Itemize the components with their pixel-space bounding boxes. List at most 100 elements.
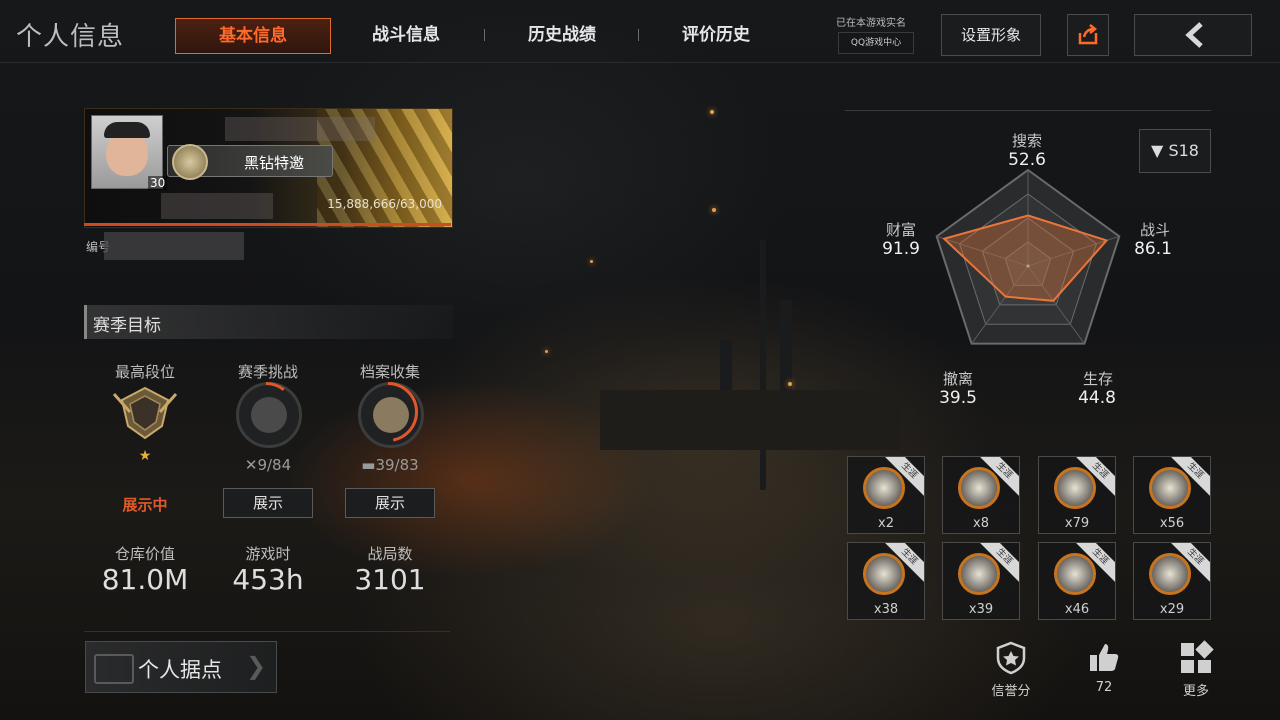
career-badge[interactable]: 生涯 x38 xyxy=(847,542,925,620)
rank-emblem-icon xyxy=(172,144,208,180)
divider xyxy=(845,110,1211,111)
top-bar: 个人信息 基本信息 战斗信息 历史战绩 评价历史 已在本游戏实名 QQ游戏中心 … xyxy=(0,0,1280,63)
archive-icon xyxy=(373,397,409,433)
ability-radar-chart xyxy=(935,168,1121,345)
season-selector-value: S18 xyxy=(1168,141,1199,160)
stat-value-matches: 3101 xyxy=(354,563,426,596)
caret-down-icon: ▼ xyxy=(1151,141,1164,160)
goal-label-highest-rank: 最高段位 xyxy=(114,363,175,381)
avatar[interactable]: 30 xyxy=(91,115,168,190)
archive-collection-count: ▬39/83 xyxy=(361,456,419,474)
teapot-badge-icon xyxy=(863,553,905,595)
season-challenge-count: ✕9/84 xyxy=(244,456,292,474)
player-level: 30 xyxy=(148,176,168,190)
share-icon xyxy=(1078,24,1098,45)
tab-battle-info[interactable]: 战斗信息 xyxy=(346,18,466,52)
show-archive-button[interactable]: 展示 xyxy=(345,488,435,518)
badge-count: x46 xyxy=(1064,602,1090,617)
hidden-nickname xyxy=(225,117,375,141)
career-badge[interactable]: 生涯 x56 xyxy=(1133,456,1211,534)
lamp-badge-icon xyxy=(1149,553,1191,595)
statue-badge-icon xyxy=(1149,467,1191,509)
tab-review-history[interactable]: 评价历史 xyxy=(656,18,776,52)
badge-count: x29 xyxy=(1159,602,1185,617)
tab-divider xyxy=(484,29,485,41)
tab-history-record[interactable]: 历史战绩 xyxy=(502,18,622,52)
profile-card[interactable]: 30 黑钻特邀 15,888,666/63,000 xyxy=(84,108,453,228)
vase-badge-icon xyxy=(958,553,1000,595)
radar-value-combat: 86.1 xyxy=(1134,239,1172,259)
thumbs-up-icon xyxy=(1090,644,1119,671)
base-icon xyxy=(94,654,134,684)
likes-count: 72 xyxy=(1095,680,1113,695)
more-button[interactable]: 更多 xyxy=(1166,640,1226,699)
season-goals-header: 赛季目标 xyxy=(84,305,453,339)
rank-badge: 黑钻特邀 xyxy=(167,144,333,180)
rank-star-icon: ★ xyxy=(139,448,152,462)
stat-value-warehouse: 81.0M xyxy=(101,563,189,596)
avatar-hair xyxy=(104,122,150,138)
season-selector[interactable]: ▼ S18 xyxy=(1139,129,1211,173)
radar-value-wealth: 91.9 xyxy=(882,239,920,259)
radar-label-search: 搜索 xyxy=(1011,132,1042,150)
radar-center-dot xyxy=(1026,264,1030,268)
grid-more-icon xyxy=(1181,640,1214,673)
season-challenge-ring[interactable] xyxy=(236,382,302,448)
personal-base-button[interactable]: 个人据点 ❯ xyxy=(85,641,277,693)
page-title: 个人信息 xyxy=(16,22,125,52)
radar-value-survival: 44.8 xyxy=(1078,388,1116,408)
stat-value-playtime: 453h xyxy=(232,563,304,596)
badge-count: x39 xyxy=(968,602,994,617)
hidden-info xyxy=(161,193,273,219)
career-badge[interactable]: 生涯 x8 xyxy=(942,456,1020,534)
career-badge[interactable]: 生涯 x79 xyxy=(1038,456,1116,534)
bust-badge-icon xyxy=(1054,467,1096,509)
shield-icon xyxy=(996,641,1026,675)
share-button[interactable] xyxy=(1067,14,1109,56)
career-badge[interactable]: 生涯 x46 xyxy=(1038,542,1116,620)
radar-value-search: 52.6 xyxy=(1008,150,1046,170)
rank-showing-status: 展示中 xyxy=(122,496,168,514)
badge-count: x56 xyxy=(1159,516,1185,531)
exp-progress-bar xyxy=(84,223,451,226)
season-goals-title: 赛季目标 xyxy=(93,316,161,336)
likes-button[interactable]: 72 xyxy=(1074,640,1134,695)
badge-count: x79 xyxy=(1064,516,1090,531)
back-button[interactable] xyxy=(1134,14,1252,56)
badge-count: x38 xyxy=(873,602,899,617)
tab-divider xyxy=(638,29,639,41)
divider xyxy=(84,631,450,632)
tab-basic-info[interactable]: 基本信息 xyxy=(175,18,331,54)
stat-label-matches: 战局数 xyxy=(367,545,413,563)
hidden-player-id xyxy=(104,232,244,260)
realname-badge: QQ游戏中心 xyxy=(838,32,914,54)
chevron-left-icon xyxy=(1185,22,1203,48)
goal-label-archive-collection: 档案收集 xyxy=(359,363,420,381)
show-challenge-button[interactable]: 展示 xyxy=(223,488,313,518)
badge-count: x2 xyxy=(878,516,894,531)
badge-count: x8 xyxy=(973,516,989,531)
rank-insignia-icon[interactable]: ★ xyxy=(110,382,180,462)
radar-label-extract: 撤离 xyxy=(942,370,973,388)
rank-title: 黑钻特邀 xyxy=(244,154,305,172)
goal-label-season-challenge: 赛季挑战 xyxy=(237,363,298,381)
radar-label-combat: 战斗 xyxy=(1139,221,1170,239)
radar-label-wealth: 财富 xyxy=(885,221,916,239)
radar-value-extract: 39.5 xyxy=(939,388,977,408)
crown-badge-icon xyxy=(1054,553,1096,595)
career-badge[interactable]: 生涯 x29 xyxy=(1133,542,1211,620)
career-badge[interactable]: 生涯 x39 xyxy=(942,542,1020,620)
chevron-right-icon: ❯ xyxy=(246,652,267,680)
stat-label-warehouse: 仓库价值 xyxy=(114,545,175,563)
realname-label: 已在本游戏实名 xyxy=(836,18,906,29)
reputation-label: 信誉分 xyxy=(991,684,1031,699)
stat-label-playtime: 游戏时 xyxy=(245,545,291,563)
more-label: 更多 xyxy=(1182,684,1209,699)
set-image-button[interactable]: 设置形象 xyxy=(941,14,1041,56)
career-badge[interactable]: 生涯 x2 xyxy=(847,456,925,534)
reputation-button[interactable]: 信誉分 xyxy=(981,640,1041,699)
archive-collection-ring[interactable] xyxy=(358,382,424,448)
vehicle-badge-icon xyxy=(863,467,905,509)
crossed-swords-icon xyxy=(251,397,287,433)
personal-base-label: 个人据点 xyxy=(138,658,222,682)
